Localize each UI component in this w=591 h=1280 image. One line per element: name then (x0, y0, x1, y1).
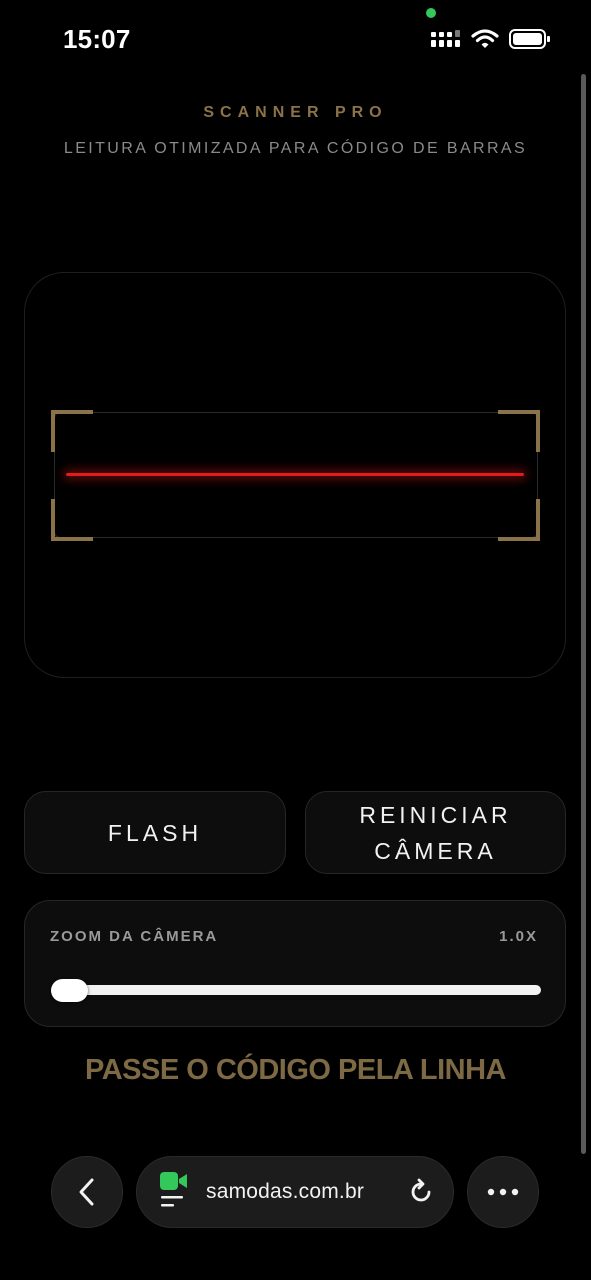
restart-camera-button-label: REINICIAR CÂMERA (359, 801, 512, 864)
zoom-card (24, 900, 566, 1027)
flash-button[interactable]: FLASH (24, 791, 286, 874)
restart-camera-button[interactable]: REINICIAR CÂMERA (305, 791, 566, 874)
scan-corner-bottom-right (498, 499, 540, 541)
more-options-button[interactable] (467, 1156, 539, 1228)
scan-instruction: PASSE O CÓDIGO PELA LINHA (85, 1054, 506, 1086)
back-button[interactable] (51, 1156, 123, 1228)
scanner-page: 15:07 SCANNER PRO LEITURA OTIMIZADA PARA… (0, 0, 591, 1280)
zoom-value: 1.0X (499, 928, 538, 945)
signal-icon (431, 30, 460, 47)
camera-active-dot (426, 8, 436, 18)
app-subtitle: LEITURA OTIMIZADA PARA CÓDIGO DE BARRAS (63, 140, 528, 157)
page-scrollbar[interactable] (581, 74, 586, 1154)
zoom-slider-track[interactable] (52, 985, 541, 995)
status-time: 15:07 (63, 24, 131, 54)
facetime-icon (160, 1172, 187, 1190)
battery-icon (509, 29, 550, 49)
scan-corner-bottom-left (51, 499, 93, 541)
zoom-label: ZOOM DA CÂMERA (50, 928, 219, 945)
zoom-slider-thumb[interactable] (51, 979, 88, 1002)
app-title: SCANNER PRO (203, 104, 388, 121)
url-text[interactable]: samodas.com.br (206, 1180, 364, 1204)
scan-corner-top-right (498, 410, 540, 452)
wifi-icon (471, 29, 499, 48)
back-arrow-icon (79, 1178, 94, 1206)
flash-button-label: FLASH (107, 819, 203, 846)
scan-corner-top-left (51, 410, 93, 452)
reload-icon[interactable] (406, 1177, 436, 1207)
page-menu-icon[interactable] (161, 1194, 185, 1210)
more-icon (487, 1188, 519, 1196)
scan-laser-line (66, 473, 524, 476)
